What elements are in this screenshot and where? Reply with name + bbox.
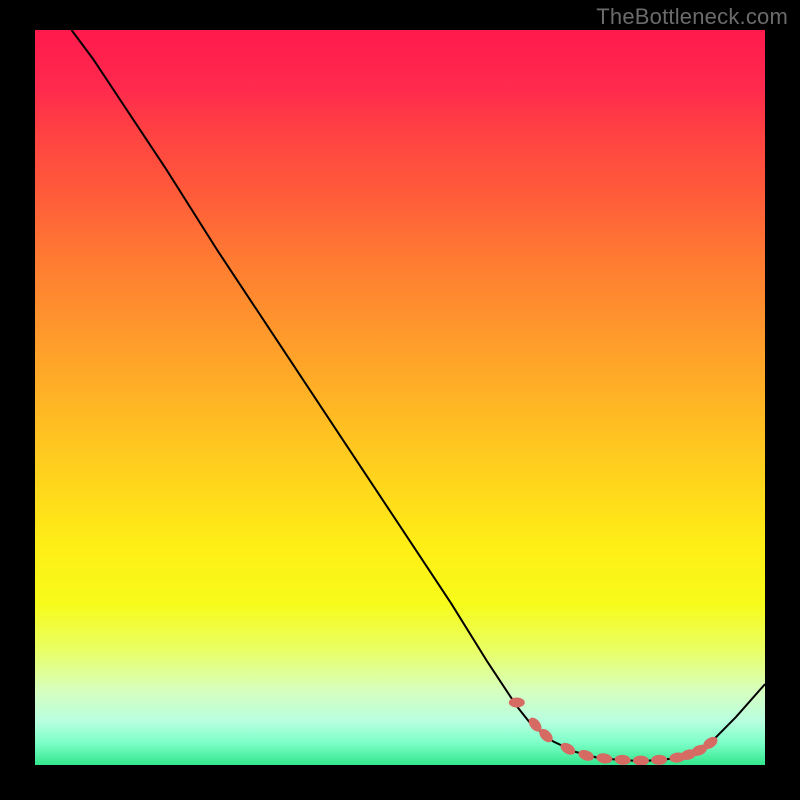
plot-area <box>35 30 765 765</box>
marker-point <box>509 698 525 708</box>
marker-point <box>596 752 613 764</box>
chart-svg <box>35 30 765 765</box>
marker-point <box>633 755 649 765</box>
curve-line <box>72 30 766 761</box>
chart-container: TheBottleneck.com <box>0 0 800 800</box>
marker-point <box>558 740 577 757</box>
marker-point <box>651 755 667 765</box>
marker-group <box>509 698 720 766</box>
marker-point <box>577 748 595 763</box>
marker-point <box>614 754 631 765</box>
watermark-text: TheBottleneck.com <box>596 4 788 30</box>
